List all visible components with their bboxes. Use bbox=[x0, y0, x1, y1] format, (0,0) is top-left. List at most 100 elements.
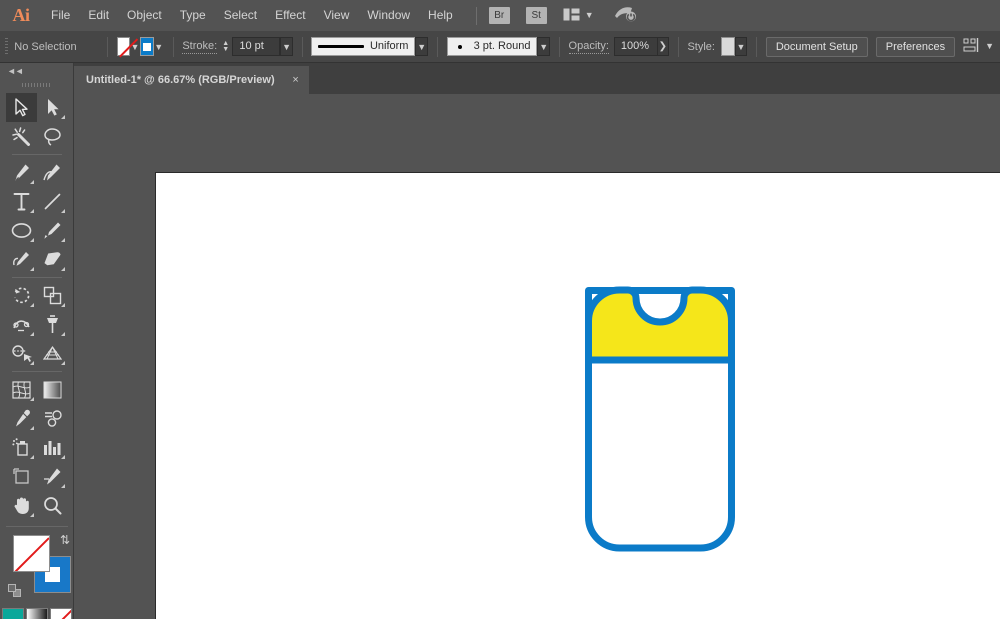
brush-definition-dropdown-icon[interactable]: ▼ bbox=[537, 37, 549, 56]
menu-bar: Ai File Edit Object Type Select Effect V… bbox=[0, 0, 1000, 31]
help-search-icon[interactable] bbox=[614, 5, 636, 26]
preferences-button[interactable]: Preferences bbox=[876, 37, 955, 57]
canvas-area[interactable] bbox=[74, 94, 1000, 619]
menu-item-view[interactable]: View bbox=[315, 0, 359, 31]
lasso-tool[interactable] bbox=[37, 122, 68, 151]
stroke-weight-label[interactable]: Stroke: bbox=[182, 40, 217, 54]
blend-tool[interactable] bbox=[37, 404, 68, 433]
stepper-down-icon: ▼ bbox=[222, 47, 229, 53]
menu-item-effect[interactable]: Effect bbox=[266, 0, 314, 31]
type-tool[interactable] bbox=[6, 187, 37, 216]
control-divider bbox=[302, 37, 303, 57]
bridge-button[interactable]: Br bbox=[489, 7, 510, 24]
opacity-input[interactable]: 100% bbox=[614, 37, 658, 56]
chevron-down-icon: ▼ bbox=[985, 42, 994, 51]
stroke-profile-preview-icon bbox=[318, 45, 363, 48]
control-divider bbox=[173, 37, 174, 57]
artboard[interactable] bbox=[155, 172, 1000, 619]
tools-divider bbox=[6, 526, 68, 527]
fill-stroke-controls: ⇅ bbox=[0, 531, 74, 605]
none-mode-button[interactable] bbox=[50, 608, 72, 619]
stroke-weight-input[interactable]: 10 pt bbox=[232, 37, 280, 56]
symbol-sprayer-tool[interactable] bbox=[6, 433, 37, 462]
menu-item-object[interactable]: Object bbox=[118, 0, 171, 31]
stroke-profile-select[interactable]: Uniform bbox=[311, 37, 415, 56]
pencil-tool[interactable] bbox=[6, 245, 37, 274]
eraser-tool[interactable] bbox=[37, 245, 68, 274]
menu-item-type[interactable]: Type bbox=[171, 0, 215, 31]
default-fill-stroke-icon[interactable] bbox=[8, 584, 21, 597]
illustrator-window: Ai File Edit Object Type Select Effect V… bbox=[0, 0, 1000, 619]
control-bar: No Selection ▼ ▼ Stroke: ▲ ▼ 10 pt ▼ Uni… bbox=[0, 31, 1000, 63]
control-divider bbox=[559, 37, 560, 57]
rotate-tool[interactable] bbox=[6, 281, 37, 310]
mesh-tool[interactable] bbox=[6, 375, 37, 404]
ellipse-tool[interactable] bbox=[6, 216, 37, 245]
graphic-style-dropdown-icon[interactable]: ▼ bbox=[735, 37, 747, 56]
collapse-panel-icon[interactable]: ◄◄ bbox=[0, 63, 73, 79]
line-segment-tool[interactable] bbox=[37, 187, 68, 216]
graphic-style-swatch[interactable] bbox=[721, 37, 735, 56]
stroke-swatch-dropdown-icon[interactable]: ▼ bbox=[154, 37, 164, 56]
opacity-label[interactable]: Opacity: bbox=[569, 40, 609, 54]
column-graph-tool[interactable] bbox=[37, 433, 68, 462]
zoom-tool[interactable] bbox=[37, 491, 68, 520]
workspace-switcher-button[interactable]: ▼ bbox=[563, 8, 594, 24]
direct-selection-tool[interactable] bbox=[37, 93, 68, 122]
control-divider bbox=[437, 37, 438, 57]
artboard-tool[interactable] bbox=[6, 462, 37, 491]
fill-none-icon[interactable] bbox=[13, 535, 50, 572]
eyedropper-tool[interactable] bbox=[6, 404, 37, 433]
opacity-flyout-icon[interactable]: ❯ bbox=[658, 37, 669, 56]
align-objects-button[interactable]: ▼ bbox=[963, 38, 994, 56]
tools-divider bbox=[12, 277, 62, 278]
document-tab[interactable]: Untitled-1* @ 66.67% (RGB/Preview) × bbox=[74, 66, 309, 94]
tools-divider bbox=[12, 154, 62, 155]
stroke-weight-stepper[interactable]: ▲ ▼ bbox=[222, 37, 229, 56]
close-icon[interactable]: × bbox=[289, 73, 303, 87]
selection-tool[interactable] bbox=[6, 93, 37, 122]
chevron-down-icon: ▼ bbox=[585, 11, 594, 20]
control-divider bbox=[756, 37, 757, 57]
menu-item-window[interactable]: Window bbox=[358, 0, 419, 31]
menu-item-edit[interactable]: Edit bbox=[79, 0, 118, 31]
tools-panel-grip[interactable] bbox=[0, 79, 73, 91]
shape-builder-tool[interactable] bbox=[6, 339, 37, 368]
gradient-mode-button[interactable] bbox=[26, 608, 48, 619]
brush-definition-label: 3 pt. Round bbox=[474, 38, 531, 55]
curvature-tool[interactable] bbox=[37, 158, 68, 187]
stroke-weight-dropdown-icon[interactable]: ▼ bbox=[280, 37, 292, 56]
control-divider bbox=[107, 37, 108, 57]
document-tab-title: Untitled-1* @ 66.67% (RGB/Preview) bbox=[86, 74, 275, 86]
pen-tool[interactable] bbox=[6, 158, 37, 187]
align-objects-icon bbox=[963, 38, 980, 56]
gradient-tool[interactable] bbox=[37, 375, 68, 404]
stroke-color-swatch[interactable] bbox=[140, 37, 154, 56]
magic-wand-tool[interactable] bbox=[6, 122, 37, 151]
perspective-grid-tool[interactable] bbox=[37, 339, 68, 368]
swap-fill-stroke-icon[interactable]: ⇅ bbox=[60, 533, 70, 547]
color-mode-buttons bbox=[0, 608, 73, 619]
stock-button[interactable]: St bbox=[526, 7, 547, 24]
tools-grid bbox=[0, 91, 74, 520]
width-tool[interactable] bbox=[6, 310, 37, 339]
menu-item-file[interactable]: File bbox=[42, 0, 79, 31]
stroke-profile-label: Uniform bbox=[370, 38, 409, 55]
control-bar-grip[interactable] bbox=[5, 38, 8, 56]
brush-definition-select[interactable]: 3 pt. Round bbox=[447, 37, 538, 56]
menu-item-help[interactable]: Help bbox=[419, 0, 462, 31]
stroke-profile-dropdown-icon[interactable]: ▼ bbox=[415, 37, 427, 56]
notched-rounded-rectangle-artwork[interactable] bbox=[584, 286, 736, 559]
fill-color-swatch[interactable] bbox=[117, 37, 130, 56]
paintbrush-tool[interactable] bbox=[37, 216, 68, 245]
color-mode-button[interactable] bbox=[2, 608, 24, 619]
scale-tool[interactable] bbox=[37, 281, 68, 310]
menu-item-select[interactable]: Select bbox=[215, 0, 266, 31]
workspace-switcher-icon bbox=[563, 8, 580, 24]
free-transform-tool[interactable] bbox=[37, 310, 68, 339]
slice-tool[interactable] bbox=[37, 462, 68, 491]
tools-divider bbox=[12, 371, 62, 372]
hand-tool[interactable] bbox=[6, 491, 37, 520]
document-tab-bar: Untitled-1* @ 66.67% (RGB/Preview) × bbox=[0, 63, 1000, 94]
document-setup-button[interactable]: Document Setup bbox=[766, 37, 868, 57]
